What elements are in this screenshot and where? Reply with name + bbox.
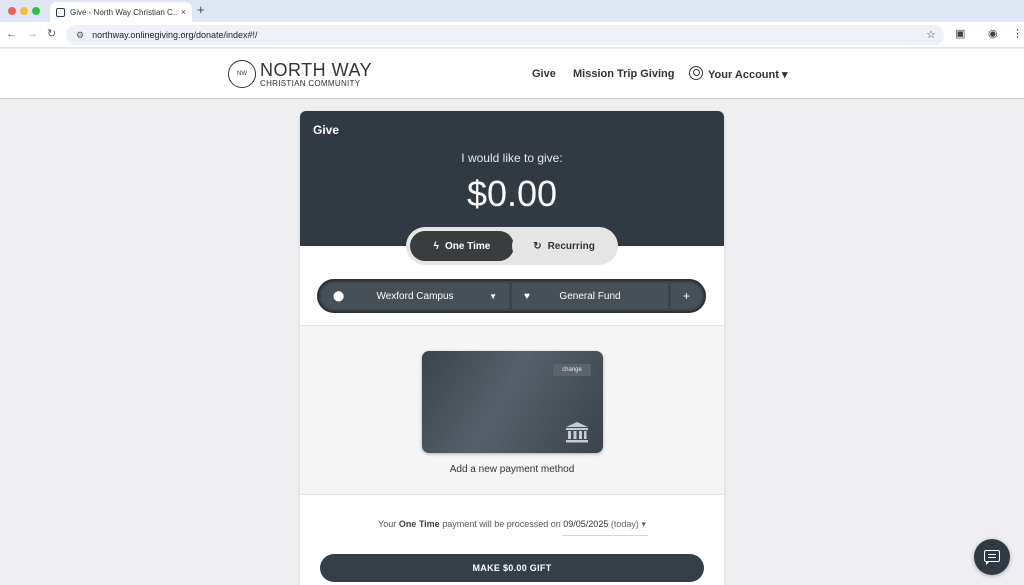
back-button[interactable]: ← (6, 27, 17, 41)
tab-title: Give - North Way Christian C... (70, 7, 177, 17)
nav-account-menu[interactable]: Your Account ▾ (708, 68, 787, 81)
browser-tab[interactable]: Give - North Way Christian C... × (50, 2, 192, 22)
schedule-date[interactable]: 09/05/2025 (563, 519, 608, 529)
chat-button[interactable] (974, 539, 1010, 575)
frequency-toggle: ϟ One Time ↻ Recurring (406, 227, 618, 265)
campus-label: Wexford Campus (376, 290, 454, 302)
schedule-middle: payment will be processed on (442, 519, 561, 529)
payment-method-area: change Add a new payment method (300, 325, 724, 495)
make-gift-button[interactable]: MAKE $0.00 GIFT (320, 554, 704, 582)
site-header: NW NORTH WAY CHRISTIAN COMMUNITY Give Mi… (0, 49, 1024, 99)
fund-selector-bar: ⬤ Wexford Campus ▼ ♥ General Fund + (317, 279, 706, 313)
fund-select[interactable]: ♥ General Fund (512, 283, 668, 309)
give-title: Give (313, 123, 340, 137)
tab-favicon-icon (56, 7, 65, 17)
one-time-label: One Time (444, 240, 491, 252)
browser-toolbar: ← → ↻ ⚙ northway.onlinegiving.org/donate… (0, 22, 1024, 48)
lightning-icon: ϟ (433, 240, 439, 252)
maximize-window-dot[interactable] (32, 7, 40, 15)
reload-button[interactable]: ↻ (47, 27, 56, 41)
browser-tab-bar: Give - North Way Christian C... × + (0, 0, 1024, 22)
give-card: Give I would like to give: $0.00 ϟ One T… (300, 111, 724, 585)
recurring-button[interactable]: ↻ Recurring (512, 231, 616, 261)
bank-icon (566, 422, 588, 443)
recurring-label: Recurring (547, 240, 595, 252)
schedule-today-dropdown[interactable]: (today) ▾ (611, 519, 646, 529)
chevron-down-icon: ▼ (489, 291, 497, 301)
give-header: Give I would like to give: $0.00 (300, 111, 724, 246)
give-amount[interactable]: $0.00 (300, 173, 724, 215)
account-icon[interactable] (689, 66, 703, 80)
schedule-frequency: One Time (398, 519, 440, 529)
forward-button[interactable]: → (27, 27, 38, 41)
new-tab-button[interactable]: + (197, 3, 205, 17)
chat-icon-tail (986, 561, 990, 565)
logo-title[interactable]: NORTH WAY (260, 60, 372, 81)
add-payment-method-link[interactable]: Add a new payment method (300, 464, 724, 475)
campus-select[interactable]: ⬤ Wexford Campus ▼ (321, 283, 509, 309)
menu-kebab-icon[interactable]: ⋮ (1012, 27, 1023, 41)
schedule-prefix: Your (378, 519, 397, 529)
schedule-text: Your One Time payment will be processed … (300, 519, 724, 530)
logo-mark[interactable]: NW (228, 60, 256, 88)
heart-hand-icon: ♥ (524, 290, 530, 302)
give-lead-text: I would like to give: (461, 151, 563, 165)
add-fund-button[interactable]: + (671, 283, 702, 309)
address-bar[interactable]: ⚙ northway.onlinegiving.org/donate/index… (66, 25, 944, 45)
fund-label: General Fund (559, 290, 621, 302)
cast-icon[interactable]: ▣ (955, 27, 965, 41)
minimize-window-dot[interactable] (20, 7, 28, 15)
bank-card[interactable]: change (422, 351, 603, 453)
one-time-button[interactable]: ϟ One Time (410, 231, 514, 261)
logo-subtitle: CHRISTIAN COMMUNITY (260, 79, 361, 88)
location-pin-icon: ⬤ (333, 290, 345, 302)
site-info-icon[interactable]: ⚙ (76, 30, 84, 41)
refresh-icon: ↻ (533, 240, 542, 252)
nav-give-link[interactable]: Give (532, 68, 556, 80)
nav-mission-trip-link[interactable]: Mission Trip Giving (573, 68, 674, 80)
bookmark-star-icon[interactable]: ☆ (926, 28, 936, 41)
date-underline (562, 535, 648, 536)
profile-icon[interactable]: ◉ (988, 27, 998, 41)
url-text: northway.onlinegiving.org/donate/index#!… (92, 30, 258, 40)
close-window-dot[interactable] (8, 7, 16, 15)
tab-close-icon[interactable]: × (181, 7, 186, 17)
change-payment-button[interactable]: change (553, 364, 591, 376)
